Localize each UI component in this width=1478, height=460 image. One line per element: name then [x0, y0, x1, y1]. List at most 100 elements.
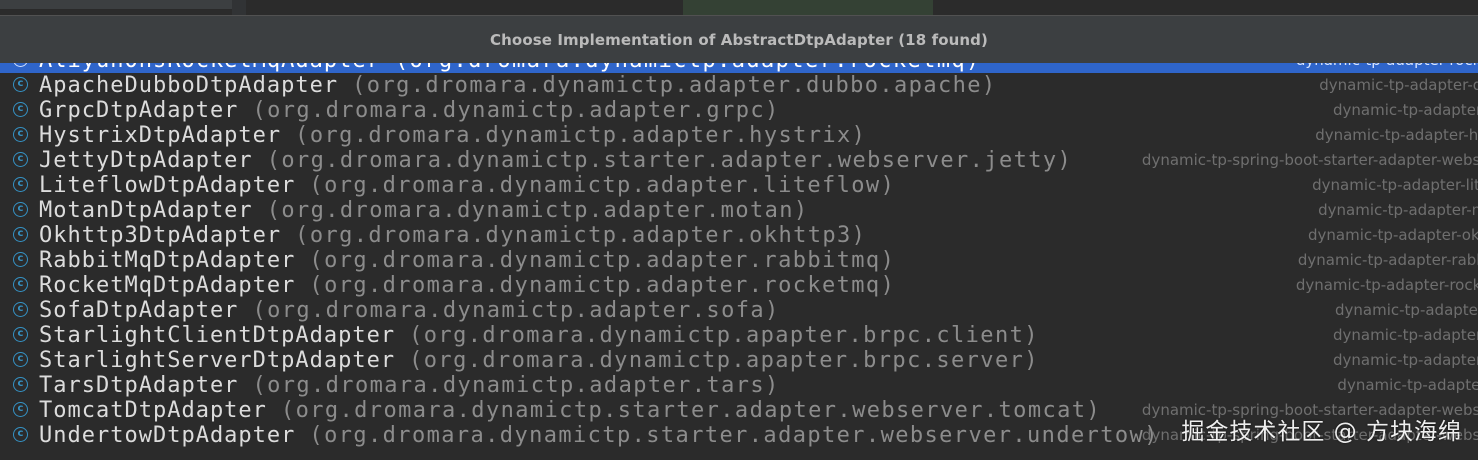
list-item[interactable]: c StarlightServerDtpAdapter (org.dromara.d… [0, 348, 1478, 373]
class-entry: Okhttp3DtpAdapter (org.dromara.dynamictp.… [39, 223, 866, 248]
list-item[interactable]: c AliyunOnsRocketMqAdapter (org.dromara.dy… [0, 63, 1478, 73]
package-name: (org.dromara.dynamictp.adapter.sofa) [252, 298, 780, 323]
class-name: TomcatDtpAdapter [39, 398, 267, 423]
class-entry: HystrixDtpAdapter (org.dromara.dynamictp.… [39, 123, 866, 148]
editor-background [0, 0, 1478, 16]
class-entry: UndertowDtpAdapter (org.dromara.dynamictp… [39, 423, 1159, 448]
package-name: (org.dromara.dynamictp.adapter.dubbo.apa… [352, 73, 997, 98]
package-name: (org.dromara.dynamictp.adapter.hystrix) [295, 123, 867, 148]
module-name: dynamic-tp-adapter-rocketmq [1120, 63, 1478, 73]
class-icon: c [13, 227, 28, 242]
project-tree-peek [0, 0, 232, 10]
package-name: (org.dromara.dynamictp.apapter.brpc.clie… [409, 323, 1039, 348]
class-icon: c [13, 402, 28, 417]
watermark: 掘金技术社区 @ 方块海绵 [1181, 419, 1462, 445]
class-icon: c [13, 352, 28, 367]
class-entry: SofaDtpAdapter (org.dromara.dynamictp.ada… [39, 298, 780, 323]
class-name: RabbitMqDtpAdapter [39, 248, 296, 273]
package-name: (org.dromara.dynamictp.starter.adapter.w… [266, 148, 1073, 173]
class-name: GrpcDtpAdapter [39, 98, 239, 123]
module-name: dynamic-tp-spring-boot-starter-adapter-w… [1141, 151, 1478, 169]
package-name: (org.dromara.dynamictp.apapter.brpc.serv… [409, 348, 1039, 373]
module-name: dynamic-tp-adapter-okhttp3 [1308, 226, 1478, 244]
class-entry: StarlightServerDtpAdapter (org.dromara.dy… [39, 348, 1039, 373]
class-name: StarlightClientDtpAdapter [39, 323, 396, 348]
module-name: dynamic-tp-adapter-rabbitmq [1297, 251, 1478, 269]
package-name: (org.dromara.dynamictp.adapter.rocketmq) [309, 273, 896, 298]
class-entry: StarlightClientDtpAdapter (org.dromara.dy… [39, 323, 1039, 348]
package-name: (org.dromara.dynamictp.adapter.okhttp3) [295, 223, 867, 248]
editor-gutter [232, 0, 246, 16]
list-item[interactable]: c MotanDtpAdapter (org.dromara.dynamictp.a… [0, 198, 1478, 223]
module-name: dynamic-tp-adapter-rocketmq [1295, 276, 1478, 294]
class-icon: c [13, 127, 28, 142]
class-name: LiteflowDtpAdapter [39, 173, 296, 198]
class-icon: c [13, 252, 28, 267]
package-name: (org.dromara.dynamictp.adapter.tars) [252, 373, 780, 398]
class-entry: ApacheDubboDtpAdapter (org.dromara.dynami… [39, 73, 997, 98]
class-name: UndertowDtpAdapter [39, 423, 296, 448]
module-name: dynamic-tp-adapter-tars [1337, 376, 1478, 394]
class-entry: LiteflowDtpAdapter (org.dromara.dynamictp… [39, 173, 895, 198]
package-name: (org.dromara.dynamictp.starter.adapter.w… [309, 423, 1159, 448]
list-item[interactable]: c RabbitMqDtpAdapter (org.dromara.dynamict… [0, 248, 1478, 273]
editor-highlight [683, 0, 933, 16]
class-entry: MotanDtpAdapter (org.dromara.dynamictp.ad… [39, 198, 809, 223]
class-icon: c [13, 427, 28, 442]
choose-implementation-popup: Choose Implementation of AbstractDtpAdap… [0, 15, 1478, 460]
class-entry: RabbitMqDtpAdapter (org.dromara.dynamictp… [39, 248, 895, 273]
class-name: Okhttp3DtpAdapter [39, 223, 282, 248]
list-item[interactable]: c GrpcDtpAdapter (org.dromara.dynamictp.ad… [0, 98, 1478, 123]
class-name: TarsDtpAdapter [39, 373, 239, 398]
list-item[interactable]: c LiteflowDtpAdapter (org.dromara.dynamict… [0, 173, 1478, 198]
module-name: dynamic-tp-adapter-dubbo [1319, 76, 1478, 94]
class-name: RocketMqDtpAdapter [39, 273, 296, 298]
module-name: dynamic-tp-adapter-hystrix [1315, 126, 1478, 144]
list-item[interactable]: c ApacheDubboDtpAdapter (org.dromara.dynam… [0, 73, 1478, 98]
list-item[interactable]: c TarsDtpAdapter (org.dromara.dynamictp.ad… [0, 373, 1478, 398]
class-entry: TomcatDtpAdapter (org.dromara.dynamictp.s… [39, 398, 1101, 423]
popup-title: Choose Implementation of AbstractDtpAdap… [490, 30, 988, 49]
class-entry: AliyunOnsRocketMqAdapter (org.dromara.dyn… [39, 63, 981, 73]
class-entry: JettyDtpAdapter (org.dromara.dynamictp.st… [39, 148, 1072, 173]
class-name: JettyDtpAdapter [39, 148, 253, 173]
list-item[interactable]: c HystrixDtpAdapter (org.dromara.dynamictp… [0, 123, 1478, 148]
class-name: AliyunOnsRocketMqAdapter [39, 63, 381, 73]
module-name: dynamic-tp-adapter-motan [1318, 201, 1478, 219]
list-item[interactable]: c SofaDtpAdapter (org.dromara.dynamictp.ad… [0, 298, 1478, 323]
implementation-list[interactable]: cAliyunOnsRocketMqAdapter(org.dromara.dy… [0, 63, 1478, 460]
module-name: dynamic-tp-adapter-sofa [1335, 301, 1478, 319]
package-name: (org.dromara.dynamictp.adapter.rabbitmq) [309, 248, 896, 273]
class-name: SofaDtpAdapter [39, 298, 239, 323]
class-name: MotanDtpAdapter [39, 198, 253, 223]
popup-header[interactable]: Choose Implementation of AbstractDtpAdap… [0, 16, 1478, 64]
class-icon: c [13, 102, 28, 117]
screen: Choose Implementation of AbstractDtpAdap… [0, 0, 1478, 460]
class-icon: c [13, 277, 28, 292]
module-name: dynamic-tp-adapter-brpc [1333, 326, 1478, 344]
list-item[interactable]: c RocketMqDtpAdapter (org.dromara.dynamict… [0, 273, 1478, 298]
class-icon: c [13, 327, 28, 342]
class-name: StarlightServerDtpAdapter [39, 348, 396, 373]
package-name: (org.dromara.dynamictp.adapter.liteflow) [309, 173, 896, 198]
list-item[interactable]: c StarlightClientDtpAdapter (org.dromara.d… [0, 323, 1478, 348]
class-icon: c [13, 377, 28, 392]
package-name: (org.dromara.dynamictp.starter.adapter.w… [280, 398, 1102, 423]
class-name: HystrixDtpAdapter [39, 123, 282, 148]
module-name: dynamic-tp-adapter-grpc [1333, 101, 1478, 119]
module-name: dynamic-tp-adapter-liteflow [1312, 176, 1478, 194]
package-name: (org.dromara.dynamictp.adapter.rocketmq) [395, 63, 981, 73]
class-icon: c [13, 63, 28, 67]
class-icon: c [13, 77, 28, 92]
implementation-list-items: cAliyunOnsRocketMqAdapter(org.dromara.dy… [0, 63, 1478, 448]
package-name: (org.dromara.dynamictp.adapter.motan) [266, 198, 809, 223]
class-name: ApacheDubboDtpAdapter [39, 73, 339, 98]
list-item[interactable]: c Okhttp3DtpAdapter (org.dromara.dynamictp… [0, 223, 1478, 248]
class-icon: c [13, 302, 28, 317]
list-item[interactable]: c JettyDtpAdapter (org.dromara.dynamictp.s… [0, 148, 1478, 173]
package-name: (org.dromara.dynamictp.adapter.grpc) [252, 98, 780, 123]
class-icon: c [13, 202, 28, 217]
class-entry: RocketMqDtpAdapter (org.dromara.dynamictp… [39, 273, 895, 298]
module-name: dynamic-tp-adapter-brpc [1333, 351, 1478, 369]
class-entry: GrpcDtpAdapter (org.dromara.dynamictp.ada… [39, 98, 780, 123]
